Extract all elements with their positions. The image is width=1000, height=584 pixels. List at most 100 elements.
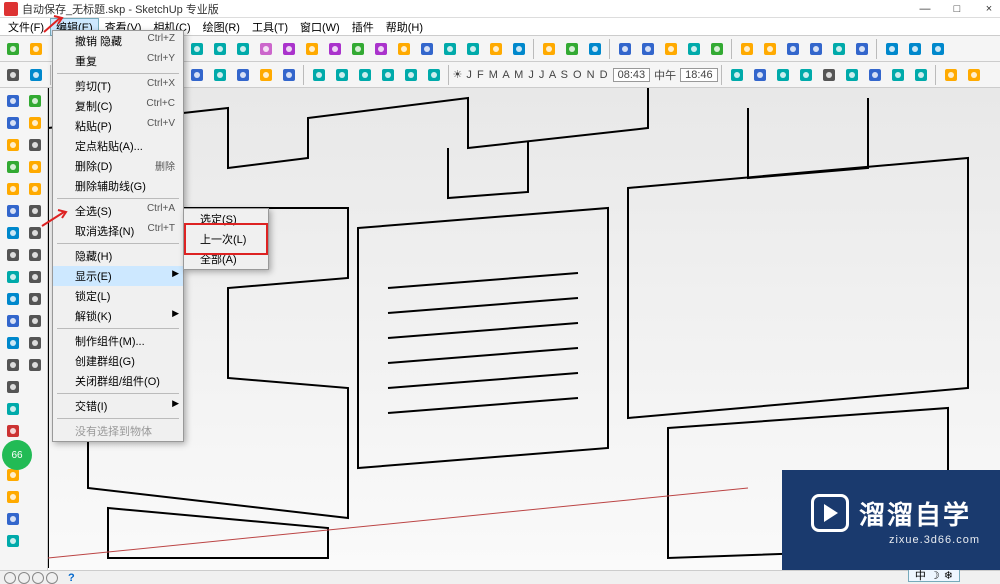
dim2-tool[interactable] — [2, 486, 24, 508]
show-submenu[interactable]: 选定(S)上一次(L)全部(A) — [183, 208, 269, 270]
menu-item[interactable]: 插件 — [346, 18, 380, 36]
style2-button[interactable] — [805, 38, 827, 60]
menu-item[interactable]: 工具(T) — [246, 18, 294, 36]
paste2-button[interactable] — [864, 64, 886, 86]
target-button[interactable] — [851, 38, 873, 60]
menu-entry[interactable]: 撤销 隐藏Ctrl+Z — [53, 31, 183, 51]
menu-item[interactable]: 窗口(W) — [294, 18, 346, 36]
magnify-plus-button[interactable] — [324, 38, 346, 60]
refresh-button[interactable] — [508, 38, 530, 60]
cube-new-button[interactable] — [2, 64, 24, 86]
status-icon[interactable] — [18, 572, 30, 584]
open2-button[interactable] — [772, 64, 794, 86]
menu-entry[interactable]: 制作组件(M)... — [53, 331, 183, 351]
tape2-tool[interactable] — [2, 398, 24, 420]
rotate-right-button[interactable] — [278, 38, 300, 60]
menu-entry[interactable]: 解锁(K)▶ — [53, 306, 183, 326]
edit-menu-dropdown[interactable]: 撤销 隐藏Ctrl+Z重复Ctrl+Y剪切(T)Ctrl+X复制(C)Ctrl+… — [52, 30, 184, 442]
scissors-button[interactable] — [818, 64, 840, 86]
record-button[interactable] — [614, 38, 636, 60]
status-icon[interactable] — [4, 572, 16, 584]
offset-button[interactable] — [232, 64, 254, 86]
plugin-c-tool[interactable] — [24, 266, 46, 288]
plugin-e-tool[interactable] — [24, 310, 46, 332]
copy2-button[interactable] — [841, 64, 863, 86]
plugin-b-tool[interactable] — [24, 244, 46, 266]
help-button[interactable] — [759, 38, 781, 60]
cube2-button[interactable] — [331, 64, 353, 86]
circle-tool[interactable] — [2, 200, 24, 222]
menu-entry[interactable]: 关闭群组/组件(O) — [53, 371, 183, 391]
globe-button[interactable] — [462, 38, 484, 60]
rotate2-tool[interactable] — [2, 288, 24, 310]
user-button[interactable] — [485, 38, 507, 60]
plugin-a-tool[interactable] — [24, 222, 46, 244]
rotate-left-button[interactable] — [255, 38, 277, 60]
menu-entry[interactable]: 删除辅助线(G) — [53, 176, 183, 196]
cube4-button[interactable] — [377, 64, 399, 86]
eraser-tool[interactable] — [2, 112, 24, 134]
text-button[interactable] — [538, 38, 560, 60]
plugin-badge[interactable]: 66 — [2, 440, 32, 470]
camera-button[interactable] — [637, 38, 659, 60]
info-button[interactable] — [963, 64, 985, 86]
look-tool[interactable] — [24, 178, 46, 200]
menu-entry[interactable]: 剪切(T)Ctrl+X — [53, 76, 183, 96]
menu-item[interactable]: 帮助(H) — [380, 18, 429, 36]
menu-entry[interactable]: 显示(E)▶ — [53, 266, 183, 286]
zoom-win-tool[interactable] — [24, 134, 46, 156]
submenu-entry[interactable]: 上一次(L) — [184, 229, 268, 249]
cube1-button[interactable] — [308, 64, 330, 86]
check-button[interactable] — [828, 38, 850, 60]
dim-button[interactable] — [561, 38, 583, 60]
help-icon[interactable]: ? — [68, 572, 75, 584]
menu-entry[interactable]: 创建群组(G) — [53, 351, 183, 371]
shadow-toggle[interactable]: 中☽❄ — [908, 568, 960, 582]
menu-entry[interactable]: 定点粘贴(A)... — [53, 136, 183, 156]
menu-entry[interactable]: 删除(D)删除 — [53, 156, 183, 176]
cube5-button[interactable] — [400, 64, 422, 86]
plugin-g-tool[interactable] — [24, 354, 46, 376]
menu-entry[interactable]: 全选(S)Ctrl+A — [53, 201, 183, 221]
close-button[interactable]: × — [982, 3, 996, 15]
polygon-tool[interactable] — [2, 222, 24, 244]
magnify-minus-button[interactable] — [347, 38, 369, 60]
section-button[interactable] — [584, 38, 606, 60]
followme-tool[interactable] — [2, 376, 24, 398]
folder-button[interactable] — [749, 64, 771, 86]
open-button[interactable] — [25, 38, 47, 60]
zoom-tool[interactable] — [24, 112, 46, 134]
undo2-button[interactable] — [887, 64, 909, 86]
status-icon[interactable] — [32, 572, 44, 584]
cube6-button[interactable] — [423, 64, 445, 86]
paint-button[interactable] — [683, 38, 705, 60]
eye-button[interactable] — [706, 38, 728, 60]
menu-entry[interactable]: 锁定(L) — [53, 286, 183, 306]
cube3-button[interactable] — [354, 64, 376, 86]
palette-button[interactable] — [25, 64, 47, 86]
pan-tool[interactable] — [24, 90, 46, 112]
star2-button[interactable] — [232, 38, 254, 60]
menu-item[interactable]: 绘图(R) — [197, 18, 246, 36]
menu-entry[interactable]: 粘贴(P)Ctrl+V — [53, 116, 183, 136]
maximize-button[interactable]: □ — [950, 3, 964, 15]
cube-button[interactable] — [393, 38, 415, 60]
section2-tool[interactable] — [24, 200, 46, 222]
save3-button[interactable] — [795, 64, 817, 86]
print-button[interactable] — [186, 38, 208, 60]
gear-button[interactable] — [736, 38, 758, 60]
star1-button[interactable] — [209, 38, 231, 60]
plugin1-button[interactable] — [881, 38, 903, 60]
move2-tool[interactable] — [2, 266, 24, 288]
zoom-extents-button[interactable] — [370, 38, 392, 60]
freehand-tool[interactable] — [2, 244, 24, 266]
shadow-timeline[interactable]: ☀J F M A M J J A S O N D08:43中午18:46 — [453, 67, 718, 83]
push-button[interactable] — [255, 64, 277, 86]
new-button[interactable] — [2, 38, 24, 60]
menu-entry[interactable]: 复制(C)Ctrl+C — [53, 96, 183, 116]
minimize-button[interactable]: — — [918, 3, 932, 15]
status-icon[interactable] — [46, 572, 58, 584]
scale2-tool[interactable] — [2, 310, 24, 332]
orbit-tool[interactable] — [2, 530, 24, 552]
plugin-d-tool[interactable] — [24, 288, 46, 310]
